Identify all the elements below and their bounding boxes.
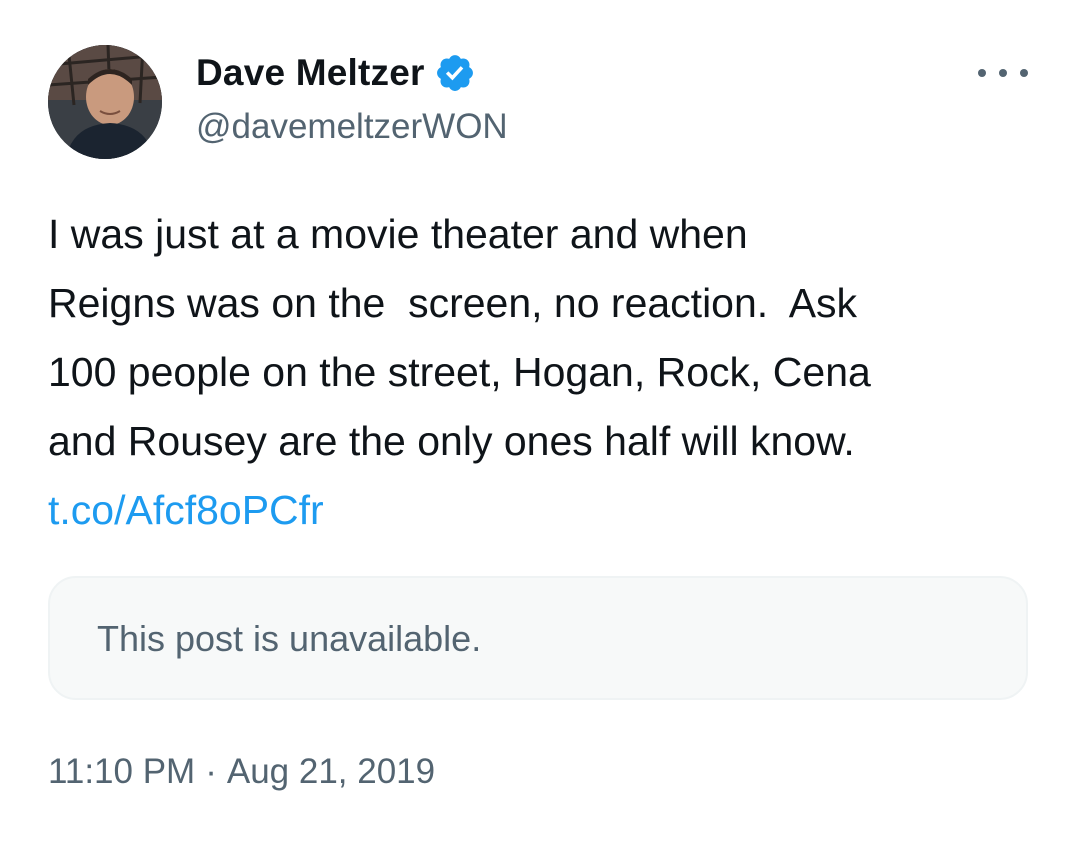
post-date[interactable]: Aug 21, 2019 [227, 752, 435, 791]
author-handle[interactable]: @davemeltzerWON [196, 107, 508, 147]
tweet-link[interactable]: t.co/Afcf8oPCfr [48, 476, 1048, 545]
post-time[interactable]: 11:10 PM [48, 752, 195, 791]
profile-photo [48, 45, 162, 159]
author-display-name[interactable]: Dave Meltzer [196, 52, 425, 94]
post-timestamp: 11:10 PM · Aug 21, 2019 [48, 752, 435, 792]
tweet-line: and Rousey are the only ones half will k… [48, 418, 855, 464]
tweet-line: I was just at a movie theater and when [48, 211, 748, 257]
tweet-line: 100 people on the street, Hogan, Rock, C… [48, 349, 871, 395]
dot [978, 69, 986, 77]
tweet-line: Reigns was on the screen, no reaction. A… [48, 280, 858, 326]
avatar[interactable] [48, 45, 162, 159]
tweet-text: I was just at a movie theater and when R… [48, 200, 1048, 545]
separator: · [205, 752, 217, 791]
quoted-post-card: This post is unavailable. [48, 576, 1028, 700]
dot [999, 69, 1007, 77]
more-options-icon[interactable] [978, 58, 1028, 88]
dot [1020, 69, 1028, 77]
verified-badge-icon[interactable] [434, 52, 476, 94]
unavailable-message: This post is unavailable. [97, 618, 482, 659]
author-name-row: Dave Meltzer [196, 50, 476, 96]
